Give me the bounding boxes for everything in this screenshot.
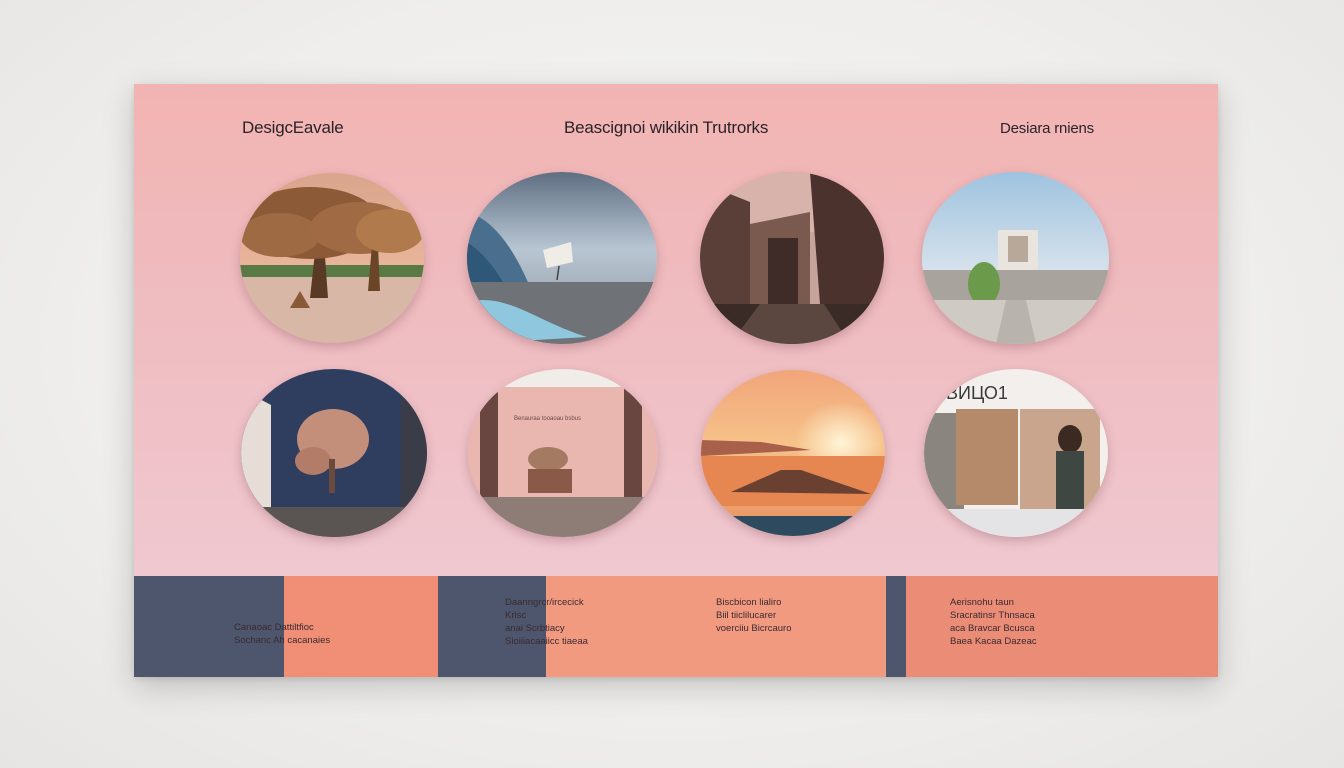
- footer-bar: Canaoac Dattiltfioc Sochanc Ah cacanaies…: [134, 576, 1218, 677]
- pink-room-image[interactable]: Benauraa tooaoau bsbus: [468, 369, 658, 537]
- footer-col-4: Aerisnohu taun Sracratinsr Thnsaca aca B…: [950, 597, 1037, 647]
- footer-divider-navy: [886, 576, 906, 677]
- gallery-panel: DesigcEavale Beascignoi wikikin Trutrork…: [134, 84, 1218, 576]
- ocean-wave-image[interactable]: [467, 172, 657, 344]
- room-wall-text: Benauraa tooaoau bsbus: [514, 416, 581, 422]
- footer-col-1: Canaoac Dattiltfioc Sochanc Ah cacanaies: [234, 622, 331, 646]
- tree-mural-image[interactable]: [241, 369, 427, 537]
- header-left-title: DesigcEavale: [242, 118, 344, 137]
- header-center-title: Beascignoi wikikin Trutrorks: [564, 118, 769, 137]
- shop-front-image[interactable]: ВИЦО1: [924, 369, 1108, 537]
- shop-sign-text: ВИЦО1: [946, 383, 1008, 403]
- tree-landscape-image[interactable]: [240, 173, 424, 343]
- design-board: DesigcEavale Beascignoi wikikin Trutrork…: [134, 84, 1218, 677]
- sunset-sea-image[interactable]: [701, 370, 885, 536]
- alley-buildings-image[interactable]: [700, 172, 884, 344]
- header-right-title: Desiara rniens: [1000, 120, 1094, 137]
- footer-col-3: Biscbicon lialiro Biil tiiclilucarer voe…: [716, 597, 792, 634]
- modern-house-image[interactable]: [922, 172, 1109, 344]
- footer-col-2: Daanngrcr/ircecick Krlsc anai Scrbtiacy …: [505, 597, 588, 647]
